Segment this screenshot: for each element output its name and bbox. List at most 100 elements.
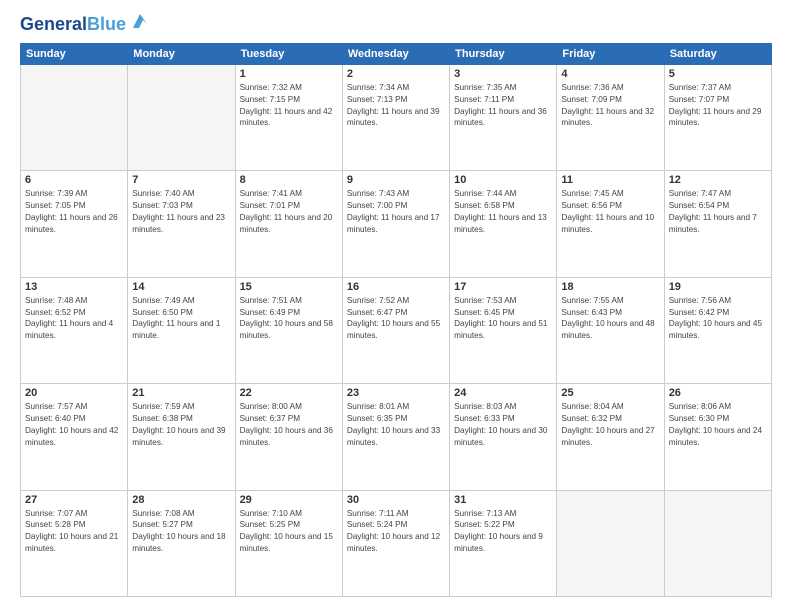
day-cell: 26Sunrise: 8:06 AM Sunset: 6:30 PM Dayli… [664,384,771,490]
day-info: Sunrise: 7:53 AM Sunset: 6:45 PM Dayligh… [454,295,552,343]
day-info: Sunrise: 7:51 AM Sunset: 6:49 PM Dayligh… [240,295,338,343]
day-cell: 14 Sunrise: 7:49 AM Sunset: 6:50 PM Dayli… [128,277,235,383]
day-cell: 27Sunrise: 7:07 AM Sunset: 5:28 PM Dayli… [21,490,128,596]
day-number: 28 [132,494,230,506]
header-cell-sunday: Sunday [21,43,128,64]
day-info: Sunrise: 7:39 AM Sunset: 7:05 PM Dayligh… [25,188,123,236]
day-number: 3 [454,68,552,80]
day-info: Sunrise: 7:07 AM Sunset: 5:28 PM Dayligh… [25,508,123,556]
day-cell: 5 Sunrise: 7:37 AM Sunset: 7:07 PM Daylig… [664,64,771,170]
day-cell: 20 Sunrise: 7:57 AM Sunset: 6:40 PM Dayli… [21,384,128,490]
header-cell-wednesday: Wednesday [342,43,449,64]
day-number: 21 [132,387,230,399]
day-info: Sunrise: 8:06 AM Sunset: 6:30 PM Dayligh… [669,401,767,449]
logo-blue: Blue [87,14,126,34]
day-cell: 22 Sunrise: 8:00 AM Sunset: 6:37 PM Dayli… [235,384,342,490]
day-cell: 8 Sunrise: 7:41 AM Sunset: 7:01 PM Daylig… [235,171,342,277]
day-cell: 16Sunrise: 7:52 AM Sunset: 6:47 PM Dayli… [342,277,449,383]
day-number: 30 [347,494,445,506]
day-number: 4 [561,68,659,80]
day-cell: 7 Sunrise: 7:40 AM Sunset: 7:03 PM Daylig… [128,171,235,277]
week-row-2: 6 Sunrise: 7:39 AM Sunset: 7:05 PM Daylig… [21,171,772,277]
day-cell: 24 Sunrise: 8:03 AM Sunset: 6:33 PM Dayli… [450,384,557,490]
day-number: 22 [240,387,338,399]
day-cell [557,490,664,596]
day-info: Sunrise: 7:49 AM Sunset: 6:50 PM Dayligh… [132,295,230,343]
day-number: 24 [454,387,552,399]
day-number: 11 [561,174,659,186]
day-info: Sunrise: 7:40 AM Sunset: 7:03 PM Dayligh… [132,188,230,236]
day-info: Sunrise: 7:55 AM Sunset: 6:43 PM Dayligh… [561,295,659,343]
header-cell-monday: Monday [128,43,235,64]
day-cell: 12 Sunrise: 7:47 AM Sunset: 6:54 PM Dayli… [664,171,771,277]
day-cell: 28Sunrise: 7:08 AM Sunset: 5:27 PM Dayli… [128,490,235,596]
day-cell: 4 Sunrise: 7:36 AM Sunset: 7:09 PM Daylig… [557,64,664,170]
day-number: 13 [25,281,123,293]
day-number: 19 [669,281,767,293]
week-row-1: 1Sunrise: 7:32 AM Sunset: 7:15 PM Daylig… [21,64,772,170]
day-number: 18 [561,281,659,293]
day-number: 2 [347,68,445,80]
day-number: 8 [240,174,338,186]
day-info: Sunrise: 7:35 AM Sunset: 7:11 PM Dayligh… [454,82,552,130]
day-number: 20 [25,387,123,399]
header-cell-saturday: Saturday [664,43,771,64]
logo-general: General [20,14,87,34]
calendar-body: 1Sunrise: 7:32 AM Sunset: 7:15 PM Daylig… [21,64,772,596]
day-info: Sunrise: 7:44 AM Sunset: 6:58 PM Dayligh… [454,188,552,236]
day-cell: 25Sunrise: 8:04 AM Sunset: 6:32 PM Dayli… [557,384,664,490]
day-number: 17 [454,281,552,293]
header-cell-friday: Friday [557,43,664,64]
day-info: Sunrise: 7:45 AM Sunset: 6:56 PM Dayligh… [561,188,659,236]
day-info: Sunrise: 7:47 AM Sunset: 6:54 PM Dayligh… [669,188,767,236]
day-cell: 17 Sunrise: 7:53 AM Sunset: 6:45 PM Dayli… [450,277,557,383]
day-number: 23 [347,387,445,399]
day-cell [21,64,128,170]
week-row-5: 27Sunrise: 7:07 AM Sunset: 5:28 PM Dayli… [21,490,772,596]
day-info: Sunrise: 7:36 AM Sunset: 7:09 PM Dayligh… [561,82,659,130]
day-cell [128,64,235,170]
day-info: Sunrise: 7:56 AM Sunset: 6:42 PM Dayligh… [669,295,767,343]
day-info: Sunrise: 7:43 AM Sunset: 7:00 PM Dayligh… [347,188,445,236]
day-number: 6 [25,174,123,186]
day-number: 15 [240,281,338,293]
day-number: 5 [669,68,767,80]
day-info: Sunrise: 8:01 AM Sunset: 6:35 PM Dayligh… [347,401,445,449]
day-info: Sunrise: 7:57 AM Sunset: 6:40 PM Dayligh… [25,401,123,449]
day-number: 14 [132,281,230,293]
day-info: Sunrise: 7:13 AM Sunset: 5:22 PM Dayligh… [454,508,552,556]
day-cell: 10 Sunrise: 7:44 AM Sunset: 6:58 PM Dayli… [450,171,557,277]
header-row: SundayMondayTuesdayWednesdayThursdayFrid… [21,43,772,64]
day-cell: 15 Sunrise: 7:51 AM Sunset: 6:49 PM Dayli… [235,277,342,383]
day-cell: 18 Sunrise: 7:55 AM Sunset: 6:43 PM Dayli… [557,277,664,383]
day-cell: 29Sunrise: 7:10 AM Sunset: 5:25 PM Dayli… [235,490,342,596]
day-info: Sunrise: 8:03 AM Sunset: 6:33 PM Dayligh… [454,401,552,449]
day-cell: 13 Sunrise: 7:48 AM Sunset: 6:52 PM Dayli… [21,277,128,383]
day-cell: 1Sunrise: 7:32 AM Sunset: 7:15 PM Daylig… [235,64,342,170]
day-cell: 9Sunrise: 7:43 AM Sunset: 7:00 PM Daylig… [342,171,449,277]
logo-text: GeneralBlue [20,15,126,35]
header-cell-thursday: Thursday [450,43,557,64]
logo: GeneralBlue [20,15,151,35]
header: GeneralBlue [20,15,772,35]
day-info: Sunrise: 7:34 AM Sunset: 7:13 PM Dayligh… [347,82,445,130]
calendar-header: SundayMondayTuesdayWednesdayThursdayFrid… [21,43,772,64]
day-number: 16 [347,281,445,293]
day-info: Sunrise: 7:41 AM Sunset: 7:01 PM Dayligh… [240,188,338,236]
day-cell: 23 Sunrise: 8:01 AM Sunset: 6:35 PM Dayli… [342,384,449,490]
day-info: Sunrise: 7:59 AM Sunset: 6:38 PM Dayligh… [132,401,230,449]
header-cell-tuesday: Tuesday [235,43,342,64]
day-info: Sunrise: 7:37 AM Sunset: 7:07 PM Dayligh… [669,82,767,130]
day-cell: 30Sunrise: 7:11 AM Sunset: 5:24 PM Dayli… [342,490,449,596]
day-number: 29 [240,494,338,506]
day-number: 31 [454,494,552,506]
day-number: 7 [132,174,230,186]
page: GeneralBlue SundayMondayTuesdayWednesday… [0,0,792,612]
day-number: 12 [669,174,767,186]
day-info: Sunrise: 7:48 AM Sunset: 6:52 PM Dayligh… [25,295,123,343]
calendar-table: SundayMondayTuesdayWednesdayThursdayFrid… [20,43,772,597]
day-cell: 11 Sunrise: 7:45 AM Sunset: 6:56 PM Dayli… [557,171,664,277]
day-number: 10 [454,174,552,186]
day-info: Sunrise: 8:00 AM Sunset: 6:37 PM Dayligh… [240,401,338,449]
day-number: 1 [240,68,338,80]
